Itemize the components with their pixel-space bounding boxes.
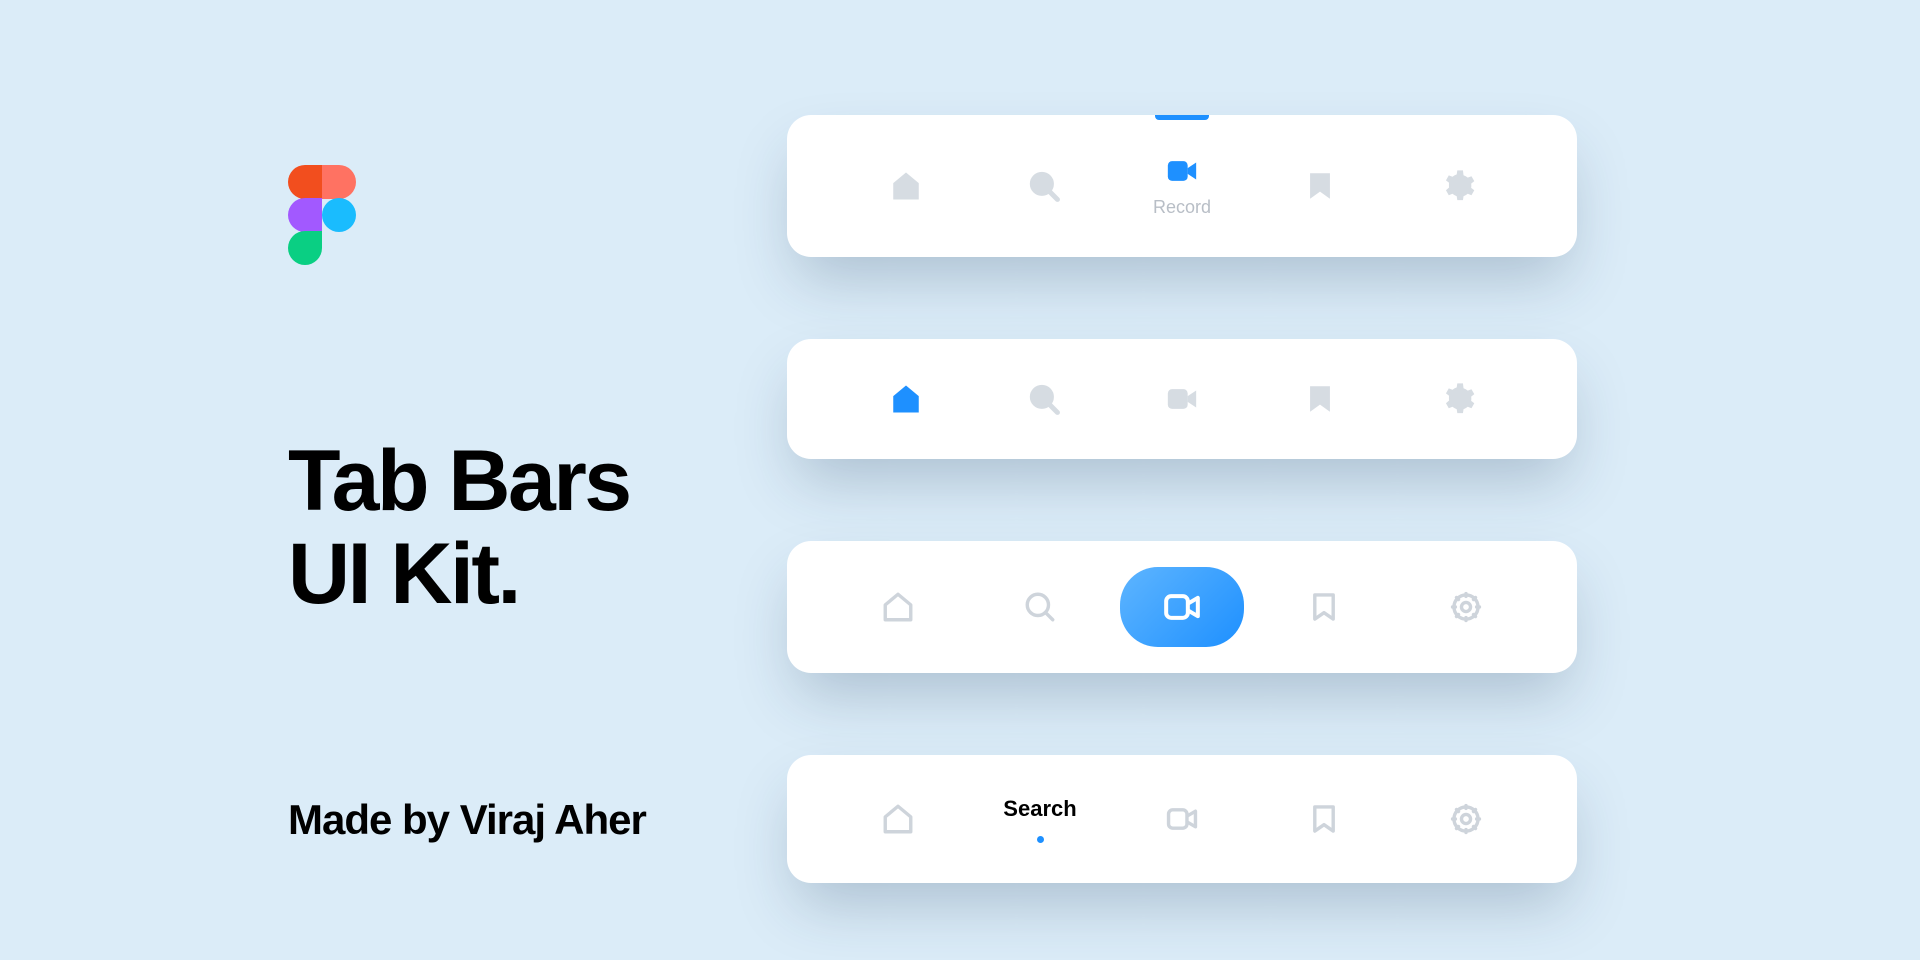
home-icon <box>889 382 923 416</box>
bookmark-icon <box>1303 169 1337 203</box>
tab-record[interactable] <box>1111 541 1253 673</box>
gear-icon <box>1449 802 1483 836</box>
tab-record[interactable] <box>1113 339 1251 459</box>
bookmark-icon <box>1307 802 1341 836</box>
bookmark-icon <box>1303 382 1337 416</box>
search-icon <box>1027 169 1061 203</box>
tab-search[interactable] <box>975 339 1113 459</box>
tabbar-variant-2 <box>787 339 1577 459</box>
tab-label: Record <box>1153 197 1211 218</box>
tab-home[interactable] <box>827 755 969 883</box>
tab-settings[interactable] <box>1395 755 1537 883</box>
tab-search[interactable] <box>969 541 1111 673</box>
tab-home[interactable] <box>837 339 975 459</box>
tab-search[interactable] <box>975 115 1113 257</box>
gear-icon <box>1449 590 1483 624</box>
tab-settings[interactable] <box>1395 541 1537 673</box>
page-title: Tab BarsUI Kit. <box>288 435 646 621</box>
gear-icon <box>1441 169 1475 203</box>
home-icon <box>881 590 915 624</box>
gear-icon <box>1441 382 1475 416</box>
tab-record[interactable]: Record <box>1113 115 1251 257</box>
tab-settings[interactable] <box>1389 339 1527 459</box>
tab-bookmark[interactable] <box>1253 755 1395 883</box>
tabbar-variant-3 <box>787 541 1577 673</box>
active-dot-indicator <box>1037 836 1044 843</box>
tab-search[interactable]: Search <box>969 755 1111 883</box>
tab-bookmark[interactable] <box>1253 541 1395 673</box>
active-pill <box>1120 567 1244 647</box>
tabbar-variant-1: Record <box>787 115 1577 257</box>
author-credit: Made by Viraj Aher <box>288 796 646 844</box>
figma-logo <box>288 165 356 265</box>
bookmark-icon <box>1307 590 1341 624</box>
tab-record[interactable] <box>1111 755 1253 883</box>
active-indicator <box>1155 115 1209 120</box>
tab-bookmark[interactable] <box>1251 115 1389 257</box>
video-icon <box>1165 154 1199 188</box>
video-icon <box>1162 587 1202 627</box>
tabbar-variant-4: Search <box>787 755 1577 883</box>
video-icon <box>1165 382 1199 416</box>
search-icon <box>1027 382 1061 416</box>
tab-home[interactable] <box>837 115 975 257</box>
home-icon <box>889 169 923 203</box>
tab-home[interactable] <box>827 541 969 673</box>
search-icon <box>1023 590 1057 624</box>
tab-label: Search <box>1003 796 1076 822</box>
home-icon <box>881 802 915 836</box>
video-icon <box>1165 802 1199 836</box>
tab-bookmark[interactable] <box>1251 339 1389 459</box>
tab-settings[interactable] <box>1389 115 1527 257</box>
